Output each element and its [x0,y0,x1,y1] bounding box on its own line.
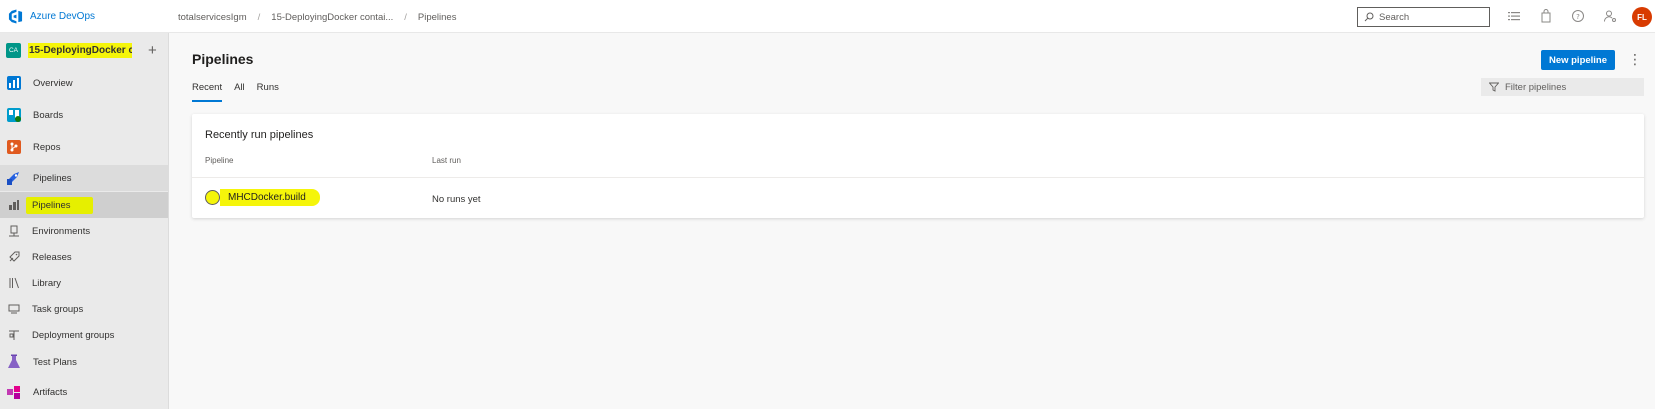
sidebar-item-label: Library [32,277,62,289]
tab-runs[interactable]: Runs [257,82,279,102]
column-header-last-run: Last run [432,156,461,165]
top-icons: ? [1507,9,1617,23]
avatar[interactable]: FL [1632,7,1652,27]
sidebar-item-repos[interactable]: Repos [0,134,168,160]
sidebar-item-label: Boards [33,109,64,121]
sidebar-item-label: Test Plans [33,356,77,368]
task-groups-icon [8,303,20,315]
filter-icon [1489,82,1499,92]
tab-bar: Recent All Runs [192,82,279,102]
add-icon[interactable]: + [148,43,157,58]
breadcrumb-organization[interactable]: totalservicesIgm [178,12,247,23]
sidebar-item-label: Artifacts [33,386,68,398]
pipeline-name-link[interactable]: MHCDocker.build [220,189,320,206]
search-box[interactable]: Search [1357,7,1490,27]
sidebar-item-boards[interactable]: Boards [0,102,168,128]
breadcrumb-project[interactable]: 15-DeployingDocker contai... [271,12,393,23]
brand[interactable]: Azure DevOps [8,9,95,24]
test-plans-icon [6,354,22,370]
filter-input[interactable]: Filter pipelines [1481,78,1644,96]
environments-icon [8,225,20,237]
artifacts-icon [6,384,22,400]
help-icon[interactable]: ? [1571,9,1585,23]
pipelines-icon [6,170,22,186]
sidebar-item-overview[interactable]: Overview [0,70,168,96]
project-name: 15-DeployingDocker c... [28,42,132,58]
breadcrumb-separator: / [257,12,261,23]
releases-icon [8,251,20,263]
sidebar-item-label: Repos [33,141,61,153]
overview-icon [6,75,22,91]
sidebar-item-artifacts[interactable]: Artifacts [0,379,168,405]
sidebar-item-label: Overview [33,77,73,89]
column-header-pipeline: Pipeline [205,156,234,165]
divider [192,177,1644,178]
breadcrumb-separator: / [404,12,407,23]
marketplace-icon[interactable] [1539,9,1553,23]
tab-all[interactable]: All [234,82,245,102]
sidebar-item-label: Deployment groups [32,329,115,341]
search-placeholder: Search [1379,11,1410,23]
sidebar-subitem-task-groups[interactable]: Task groups [0,296,168,322]
user-settings-icon[interactable] [1603,9,1617,23]
breadcrumb: totalservicesIgm / 15-DeployingDocker co… [178,12,456,23]
boards-icon [6,107,22,123]
more-options-icon[interactable]: ⋮ [1628,51,1642,68]
page-title: Pipelines [192,51,254,67]
top-bar: Azure DevOps totalservicesIgm / 15-Deplo… [0,0,1655,33]
recent-pipelines-card: Recently run pipelines Pipeline Last run… [192,114,1644,218]
brand-name: Azure DevOps [30,11,96,22]
project-badge: CA [6,42,21,58]
sidebar-item-label: Pipelines [26,196,93,214]
library-icon [8,277,20,289]
sidebar-item-pipelines[interactable]: Pipelines [0,165,168,191]
sidebar-item-test-plans[interactable]: Test Plans [0,349,168,375]
sidebar-subitem-library[interactable]: Library [0,270,168,296]
sidebar-subitem-environments[interactable]: Environments [0,218,168,244]
breadcrumb-pipelines[interactable]: Pipelines [418,12,457,23]
sidebar-subitem-pipelines[interactable]: Pipelines [0,192,168,218]
deployment-groups-icon [8,329,20,341]
filter-placeholder: Filter pipelines [1505,81,1567,93]
sidebar-item-label: Environments [32,225,91,237]
new-pipeline-button[interactable]: New pipeline [1541,50,1615,70]
sidebar-subitem-releases[interactable]: Releases [0,244,168,270]
project-selector[interactable]: CA 15-DeployingDocker c... + [6,41,164,59]
svg-text:?: ? [1576,13,1580,21]
card-title: Recently run pipelines [205,129,314,141]
pipelines-sub-icon [8,199,20,211]
work-items-icon[interactable] [1507,9,1521,23]
search-icon [1364,12,1374,22]
sidebar: CA 15-DeployingDocker c... + Overview Bo… [0,33,169,409]
sidebar-subitem-deployment-groups[interactable]: Deployment groups [0,322,168,348]
last-run-value: No runs yet [432,194,481,205]
tab-recent[interactable]: Recent [192,82,223,102]
repos-icon [6,139,22,155]
sidebar-item-label: Releases [32,251,72,263]
azure-devops-logo-icon [8,9,23,24]
status-icon [205,190,220,205]
sidebar-item-label: Pipelines [33,172,72,184]
sidebar-item-label: Task groups [32,303,84,315]
